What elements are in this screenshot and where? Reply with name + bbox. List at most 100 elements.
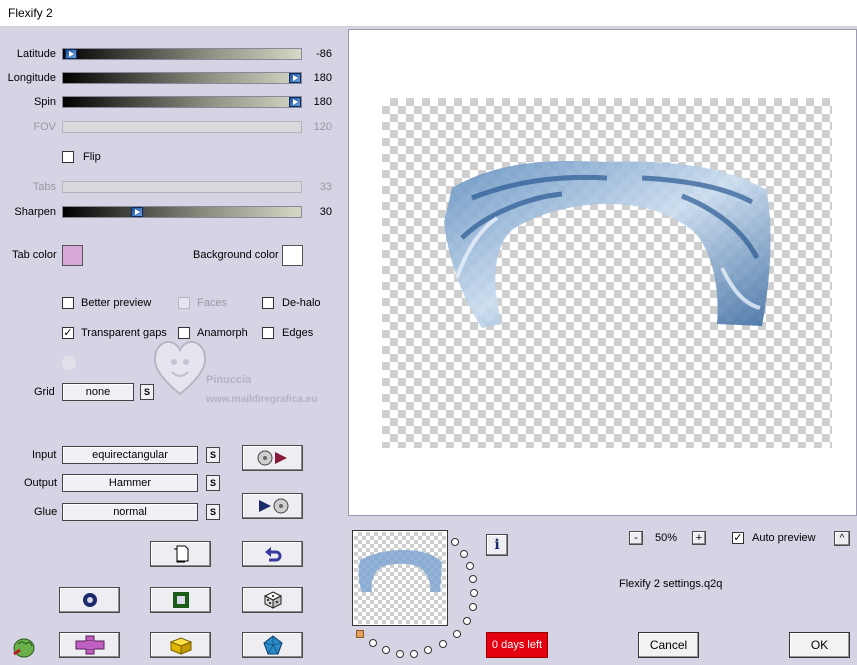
fov-slider [62,121,302,133]
latitude-slider-thumb[interactable] [65,49,77,59]
plus-button[interactable] [59,632,120,658]
preset-dot[interactable] [453,630,461,638]
output-label: Output [24,477,58,489]
spin-slider[interactable] [62,96,302,108]
preset-dot[interactable] [466,562,474,570]
tab-color-label: Tab color [12,249,57,261]
copy-button[interactable] [150,541,211,567]
undo-icon [264,547,281,562]
faces-label: Faces [197,297,227,309]
disabled-option-icon [62,356,76,370]
spin-slider-thumb[interactable] [289,97,301,107]
watermark-name: Pinuccia [206,374,252,386]
cube-button[interactable] [150,632,211,658]
preset-dot[interactable] [463,617,471,625]
watermark: Pinuccia www.maildiregrafica.eu [150,330,317,405]
longitude-slider[interactable] [62,72,302,84]
input-label: Input [32,449,57,461]
undo-button[interactable] [242,541,303,567]
trial-days-badge[interactable]: 0 days left [486,632,548,658]
fov-value: 120 [313,121,332,133]
auto-preview-checkbox[interactable]: ✓ [732,532,744,544]
collapse-button[interactable]: ^ [834,531,850,546]
circle-icon [82,593,97,607]
preset-dot[interactable] [451,538,459,546]
info-button[interactable]: i [486,534,508,556]
longitude-value: 180 [313,72,332,84]
glue-label: Glue [34,506,58,518]
de-halo-label: De-halo [282,297,321,309]
grid-label: Grid [34,386,55,398]
background-color-swatch[interactable] [282,245,303,266]
edges-label: Edges [282,327,314,339]
zoom-in-button[interactable]: + [692,531,706,545]
preset-dot-current[interactable] [356,630,364,638]
latitude-slider[interactable] [62,48,302,60]
tabs-label: Tabs [32,181,56,193]
zoom-out-button[interactable]: - [629,531,643,545]
anamorph-checkbox[interactable] [178,327,190,339]
random-button[interactable] [242,587,303,613]
preset-dot[interactable] [470,589,478,597]
preset-dot[interactable] [469,575,477,583]
pentagon-icon [262,635,283,655]
sharpen-label: Sharpen [14,206,56,218]
output-select[interactable]: Hammer [62,474,198,492]
preset-dot[interactable] [369,639,377,647]
input-s-button[interactable]: S [206,447,220,463]
tabs-value: 33 [319,181,332,193]
plus-icon [75,635,104,655]
preset-dot[interactable] [396,650,404,658]
de-halo-checkbox[interactable] [262,297,274,309]
anamorph-label: Anamorph [197,327,248,339]
output-s-button[interactable]: S [206,475,220,491]
zoom-value: 50% [655,532,678,544]
longitude-label: Longitude [7,72,56,84]
glue-s-button[interactable]: S [206,504,220,520]
longitude-slider-thumb[interactable] [289,73,301,83]
sharpen-slider-thumb[interactable] [131,207,143,217]
preview-thumbnail[interactable] [352,530,448,626]
glue-select[interactable]: normal [62,503,198,521]
preview-panel[interactable] [348,29,857,516]
flip-label: Flip [83,151,101,163]
input-select[interactable]: equirectangular [62,446,198,464]
title-bar: Flexify 2 [0,0,857,27]
output-play-button[interactable] [242,493,303,519]
background-color-label: Background color [193,249,279,261]
preset-dot[interactable] [424,646,432,654]
copy-icon [173,545,188,563]
square-frame-button[interactable] [150,587,211,613]
window-title: Flexify 2 [8,6,53,20]
pentagon-button[interactable] [242,632,303,658]
fov-label: FOV [33,121,56,133]
grid-s-button[interactable]: S [140,384,154,400]
disc-play-icon [257,450,287,466]
square-frame-icon [172,592,189,608]
preset-dot[interactable] [439,640,447,648]
brain-logo-icon [13,638,35,658]
preset-dot[interactable] [469,603,477,611]
tab-color-swatch[interactable] [62,245,83,266]
spin-value: 180 [313,96,332,108]
better-preview-checkbox[interactable] [62,297,74,309]
play-disc-icon [258,498,288,514]
sharpen-slider[interactable] [62,206,302,218]
ok-button[interactable]: OK [789,632,850,658]
flip-checkbox[interactable] [62,151,74,163]
grid-select[interactable]: none [62,383,134,401]
auto-preview-label: Auto preview [752,532,816,544]
thumbnail-canvas [354,532,446,624]
preview-canvas[interactable] [382,98,832,448]
input-play-button[interactable] [242,445,303,471]
preset-dot[interactable] [382,646,390,654]
cancel-button[interactable]: Cancel [638,632,699,658]
preset-dot[interactable] [460,550,468,558]
app-logo [10,634,36,663]
tabs-slider [62,181,302,193]
spin-label: Spin [33,96,56,108]
edges-checkbox[interactable] [262,327,274,339]
circle-button[interactable] [59,587,120,613]
transparent-gaps-checkbox[interactable]: ✓ [62,327,74,339]
preset-dot[interactable] [410,650,418,658]
